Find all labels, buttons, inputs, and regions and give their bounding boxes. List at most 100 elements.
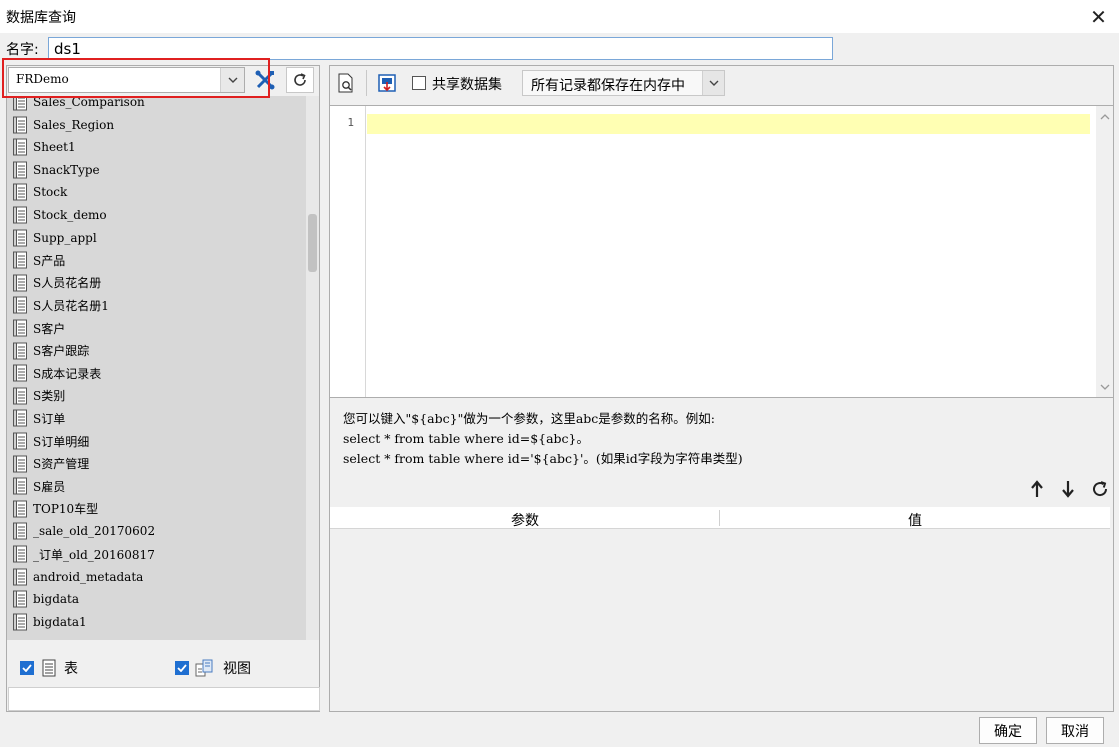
table-list-item[interactable]: S客户 <box>12 318 65 338</box>
table-list-item[interactable]: Sales_Region <box>12 115 114 135</box>
table-list-item[interactable]: S人员花名册1 <box>12 295 109 315</box>
refresh-params-button[interactable] <box>1089 478 1111 500</box>
preview-button[interactable] <box>334 71 358 95</box>
table-list-item[interactable]: bigdata1 <box>12 612 87 632</box>
name-label: 名字: <box>6 42 39 58</box>
table-list-item-label: S类别 <box>33 389 66 404</box>
table-list-scrollbar[interactable] <box>306 96 319 640</box>
scrollbar-thumb[interactable] <box>308 214 317 272</box>
table-list[interactable]: Sales_Comparison Sales_Region Sheet1 SnackT… <box>7 96 319 640</box>
share-dataset-label: 共享数据集 <box>432 77 502 93</box>
table-icon <box>13 455 27 473</box>
table-list-item-label: S订单明细 <box>33 434 90 449</box>
check-icon <box>22 664 32 672</box>
sql-editor[interactable]: 1 <box>329 105 1114 398</box>
filter-table[interactable]: 表 <box>20 658 78 678</box>
line-gutter: 1 <box>330 106 366 397</box>
table-filter-checkbox[interactable] <box>20 661 34 675</box>
table-list-item-label: S客户跟踪 <box>33 344 90 359</box>
table-list-item-label: bigdata1 <box>33 614 87 629</box>
table-list-item-label: S人员花名册 <box>33 276 102 291</box>
table-list-item[interactable]: S类别 <box>12 386 65 406</box>
line-number: 1 <box>347 116 354 129</box>
param-table-body[interactable] <box>330 530 1113 711</box>
table-search-input[interactable] <box>8 687 320 711</box>
preview-icon <box>338 73 353 93</box>
table-list-item[interactable]: android_metadata <box>12 567 143 587</box>
table-list-item-label: S人员花名册1 <box>33 298 109 313</box>
table-icon <box>13 387 27 405</box>
table-list-item-label: _sale_old_20170602 <box>33 524 156 539</box>
table-list-item[interactable]: S雇员 <box>12 476 65 496</box>
table-list-item[interactable]: TOP10车型 <box>12 499 98 519</box>
arrow-down-icon <box>1062 481 1074 498</box>
import-icon <box>378 74 396 92</box>
table-icon <box>13 613 27 631</box>
table-list-item-label: S订单 <box>33 411 66 426</box>
parameter-hint: 您可以键入"${abc}"做为一个参数，这里abc是参数的名称。例如: sele… <box>343 409 743 469</box>
window-title: 数据库查询 <box>6 10 76 26</box>
table-icon <box>42 659 56 677</box>
table-icon <box>13 229 27 247</box>
table-list-item[interactable]: S产品 <box>12 250 65 270</box>
table-list-item[interactable]: _订单_old_20160817 <box>12 544 155 564</box>
table-list-item-label: Sales_Region <box>33 117 115 132</box>
datasource-refresh-button[interactable] <box>286 67 314 93</box>
table-list-item[interactable]: S资产管理 <box>12 454 89 474</box>
table-icon <box>13 342 27 360</box>
table-icon <box>13 183 27 201</box>
table-icon <box>13 568 27 586</box>
move-down-button[interactable] <box>1057 478 1079 500</box>
table-icon <box>13 161 27 179</box>
table-list-item[interactable]: S成本记录表 <box>12 363 101 383</box>
table-list-item-label: S产品 <box>33 253 66 268</box>
value-column-header[interactable]: 值 <box>720 510 1110 530</box>
chevron-down-icon[interactable] <box>702 71 724 95</box>
name-input[interactable] <box>48 37 833 60</box>
import-button[interactable] <box>375 71 399 95</box>
table-list-item[interactable]: S订单 <box>12 408 65 428</box>
scroll-up-icon[interactable] <box>1096 108 1113 125</box>
scroll-down-icon[interactable] <box>1096 378 1113 395</box>
table-icon <box>13 500 27 518</box>
table-list-item[interactable]: Sales_Comparison <box>12 96 145 112</box>
filter-view[interactable]: 视图 <box>175 658 251 678</box>
table-list-item[interactable]: bigdata <box>12 589 79 609</box>
view-filter-checkbox[interactable] <box>175 661 189 675</box>
table-list-item-label: S雇员 <box>33 479 66 494</box>
move-up-button[interactable] <box>1026 478 1048 500</box>
highlight-box <box>2 58 270 98</box>
param-table-header: 参数 值 <box>330 507 1110 529</box>
table-list-item[interactable]: Supp_appl <box>12 228 97 248</box>
share-dataset-checkbox[interactable] <box>412 76 426 90</box>
param-column-header[interactable]: 参数 <box>330 510 720 530</box>
table-icon <box>13 274 27 292</box>
refresh-icon <box>1093 481 1108 497</box>
table-list-item[interactable]: S客户跟踪 <box>12 341 89 361</box>
table-icon <box>13 409 27 427</box>
toolbar-divider <box>366 70 367 96</box>
editor-scrollbar[interactable] <box>1096 106 1113 397</box>
close-button[interactable]: ✕ <box>1078 0 1119 33</box>
table-list-item[interactable]: SnackType <box>12 160 100 180</box>
table-list-item-label: S资产管理 <box>33 457 90 472</box>
ok-button[interactable]: 确定 <box>979 717 1037 744</box>
table-list-item-label: Sheet1 <box>33 140 76 155</box>
table-list-item[interactable]: _sale_old_20170602 <box>12 521 155 541</box>
table-list-item[interactable]: S人员花名册 <box>12 273 101 293</box>
table-list-item[interactable]: Stock_demo <box>12 205 107 225</box>
table-list-item[interactable]: Stock <box>12 182 67 202</box>
table-list-item[interactable]: Sheet1 <box>12 137 76 157</box>
table-list-item-label: Supp_appl <box>33 230 97 245</box>
hint-line-2: select * from table where id=${abc}。 <box>343 431 590 446</box>
table-icon <box>13 477 27 495</box>
cache-mode-select[interactable]: 所有记录都保存在内存中 <box>522 70 725 96</box>
current-line-highlight <box>367 114 1090 134</box>
table-icon <box>13 364 27 382</box>
table-filter-label: 表 <box>64 661 78 677</box>
table-list-item[interactable]: S订单明细 <box>12 431 89 451</box>
hint-line-1: 您可以键入"${abc}"做为一个参数，这里abc是参数的名称。例如: <box>343 411 715 426</box>
arrow-up-icon <box>1031 480 1043 497</box>
cancel-button[interactable]: 取消 <box>1046 717 1104 744</box>
table-list-item-label: S成本记录表 <box>33 366 102 381</box>
